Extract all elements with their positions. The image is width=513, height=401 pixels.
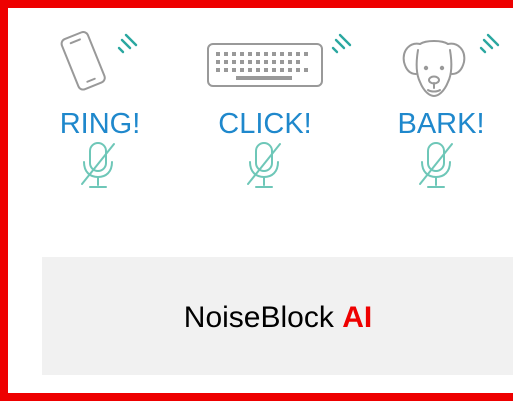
- muted-mic-icon: [81, 142, 115, 188]
- muted-mic-icon: [247, 142, 281, 188]
- brand-title: NoiseBlock AI: [184, 301, 372, 335]
- sound-waves-icon: [331, 33, 352, 54]
- noise-label-ring: RING!: [59, 108, 141, 140]
- noise-label-bark: BARK!: [397, 108, 485, 140]
- keyboard-icon: [207, 43, 323, 87]
- muted-mic-icon: [419, 142, 453, 188]
- dog-icon: [402, 40, 466, 97]
- brand-name: NoiseBlock: [183, 301, 334, 334]
- brand-accent: AI: [342, 301, 373, 334]
- sound-waves-icon: [117, 33, 138, 54]
- noise-label-click: CLICK!: [218, 108, 312, 140]
- sound-waves-icon: [479, 33, 500, 54]
